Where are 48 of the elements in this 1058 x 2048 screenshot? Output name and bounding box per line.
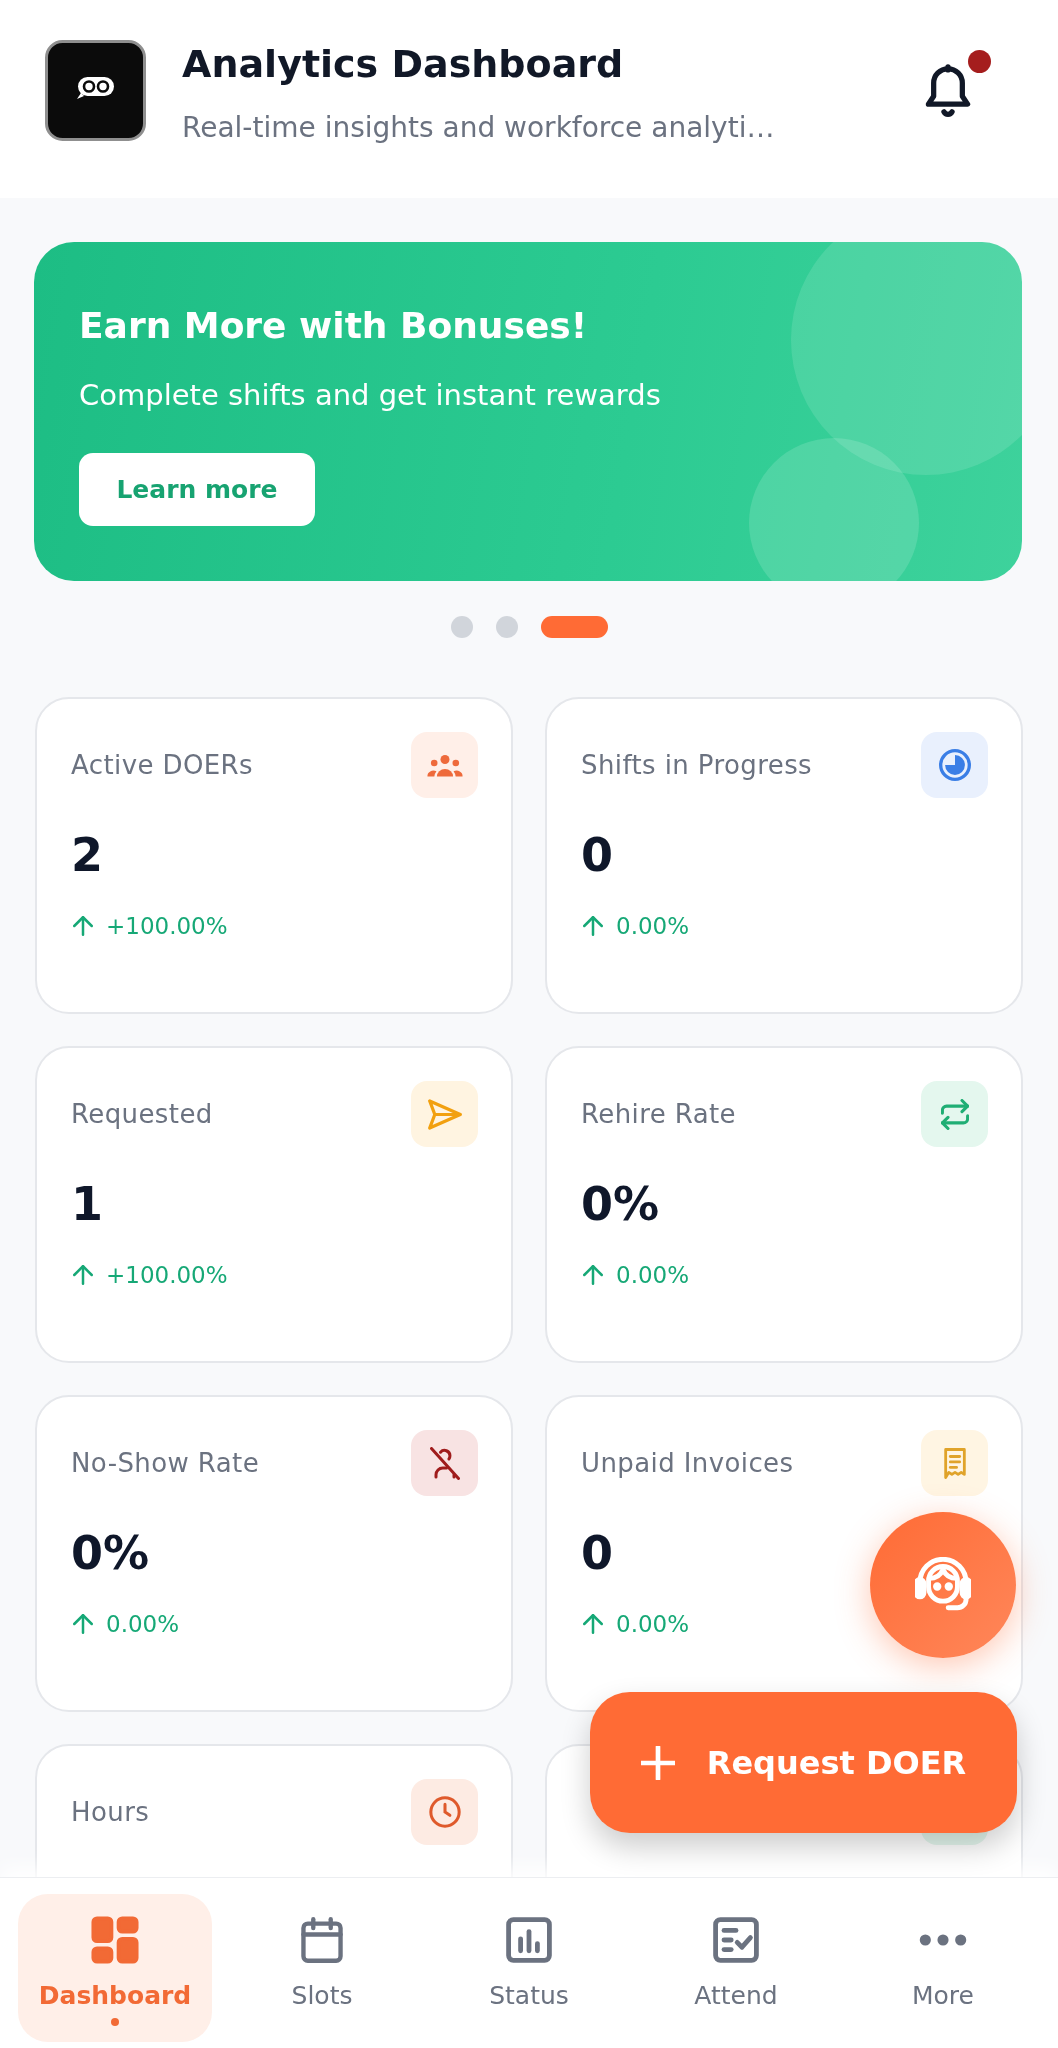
page-subtitle: Real-time insights and workforce analyti…	[182, 110, 775, 146]
metric-value: 0	[581, 827, 613, 883]
metric-label: Unpaid Invoices	[581, 1448, 794, 1478]
more-dots-icon	[919, 1933, 967, 1947]
headset-icon	[915, 1557, 971, 1613]
learn-more-button[interactable]: Learn more	[79, 453, 315, 526]
metric-value: 0%	[581, 1176, 660, 1232]
metric-change: +100.00%	[106, 1262, 228, 1288]
banner-title: Earn More with Bonuses!	[79, 304, 588, 348]
banner-text: Complete shifts and get instant rewards	[79, 377, 661, 414]
metric-label: Shifts in Progress	[581, 750, 813, 780]
clock-icon	[411, 1779, 478, 1845]
request-doer-button[interactable]: Request DOER	[590, 1692, 1017, 1833]
nav-item[interactable]: More	[846, 1894, 1040, 2042]
metric-label: Rehire Rate	[581, 1099, 736, 1129]
send-icon	[411, 1081, 478, 1147]
user-off-icon	[411, 1430, 478, 1496]
metric-label: No-Show Rate	[71, 1448, 260, 1478]
app-logo-icon	[45, 40, 146, 141]
plus-icon	[640, 1745, 675, 1780]
repeat-icon	[921, 1081, 988, 1147]
active-dot-icon	[111, 2018, 119, 2026]
dashboard-grid-icon	[91, 1916, 139, 1964]
nav-item[interactable]: Status	[432, 1894, 626, 2042]
metric-change: 0.00%	[616, 1262, 690, 1288]
metric-value: 0	[581, 1525, 613, 1581]
metric-label: Hours	[71, 1797, 150, 1827]
nav-item[interactable]: Attend	[639, 1894, 833, 2042]
bar-chart-icon	[505, 1916, 553, 1964]
nav-item[interactable]: Dashboard	[18, 1894, 212, 2042]
metric-label: Active DOERs	[71, 750, 253, 780]
checklist-icon	[712, 1916, 760, 1964]
receipt-icon	[921, 1430, 988, 1496]
metric-label: Requested	[71, 1099, 213, 1129]
nav-item[interactable]: Slots	[225, 1894, 419, 2042]
metric-change: 0.00%	[106, 1611, 180, 1637]
metric-value: 1	[71, 1176, 103, 1232]
bell-icon	[924, 64, 972, 118]
metric-change: 0.00%	[616, 913, 690, 939]
metric-change: +100.00%	[106, 913, 228, 939]
metric-value: 2	[71, 827, 103, 883]
calendar-icon	[298, 1916, 346, 1964]
page-title: Analytics Dashboard	[182, 41, 624, 88]
people-icon	[411, 732, 478, 798]
carousel-dot[interactable]	[450, 616, 473, 638]
metric-value: 0%	[71, 1525, 150, 1581]
carousel-dot[interactable]	[495, 616, 518, 638]
metric-change: 0.00%	[616, 1611, 690, 1637]
